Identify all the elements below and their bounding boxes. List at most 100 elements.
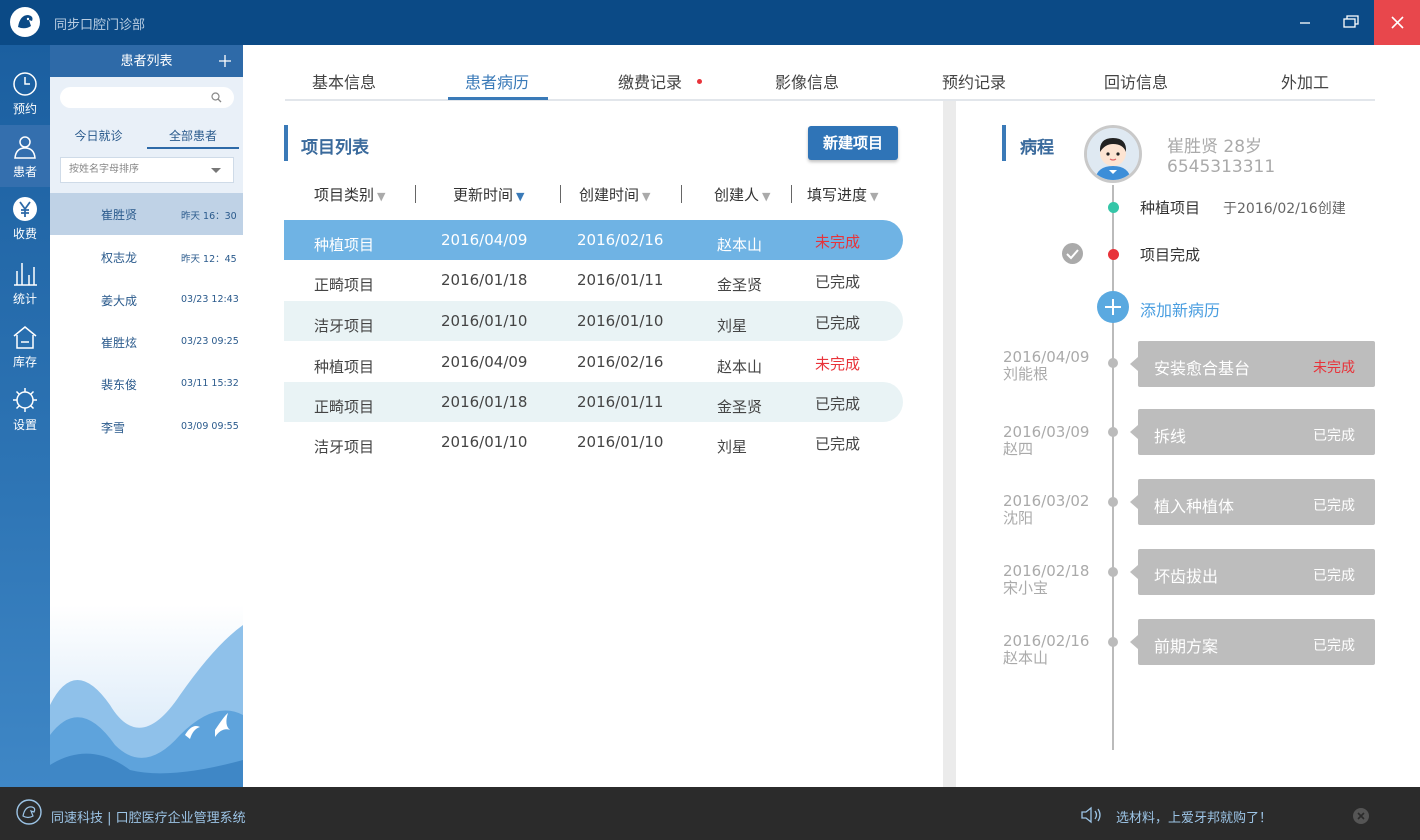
footer-notice[interactable]: 选材料，上爱牙邦就购了！ (1116, 807, 1272, 826)
cell-creator: 刘星 (717, 438, 748, 456)
patient-row[interactable]: 李雪 03/09 09:55 (50, 406, 243, 448)
nav-patient[interactable]: 患者 (0, 125, 50, 187)
nav-inventory[interactable]: 库存 (0, 315, 50, 377)
sort-down-icon: ▼ (516, 190, 525, 203)
column-header-updated[interactable]: 更新时间 ▼ (453, 184, 524, 205)
nav-appointment[interactable]: 预约 (0, 62, 50, 124)
search-icon[interactable] (211, 92, 222, 103)
nav-billing[interactable]: 收费 (0, 187, 50, 249)
minimize-button[interactable] (1282, 0, 1328, 45)
chevron-down-icon (211, 168, 221, 173)
clock-icon (13, 72, 37, 96)
patient-row[interactable]: 权志龙 昨天 12：45 (50, 236, 243, 278)
cell-creator: 刘星 (717, 317, 748, 335)
panel-divider[interactable] (943, 101, 956, 787)
history-card[interactable]: 拆线 已完成 (1130, 409, 1375, 455)
cell-creator: 金圣贤 (717, 398, 763, 416)
tab-outsourcing[interactable]: 外加工 (1281, 69, 1329, 93)
timeline-dot (1108, 427, 1118, 437)
patient-list-title: 患者列表 (120, 54, 173, 69)
tab-payment-record[interactable]: 缴费记录 (618, 69, 682, 93)
cell-created: 2016/01/10 (577, 433, 664, 451)
history-card[interactable]: 植入种植体 已完成 (1130, 479, 1375, 525)
table-row[interactable]: 种植项目 2016/04/09 2016/02/16 赵本山 未完成 (284, 220, 903, 260)
bar-chart-icon (14, 263, 37, 286)
tab-appointment-record[interactable]: 预约记录 (942, 69, 1006, 93)
tab-today-visits[interactable]: 今日就诊 (50, 123, 147, 149)
tab-medical-record[interactable]: 患者病历 (465, 69, 529, 93)
project-complete-label: 项目完成 (1140, 246, 1201, 264)
tab-imaging[interactable]: 影像信息 (775, 69, 839, 93)
column-header-created[interactable]: 创建时间 ▼ (579, 184, 650, 205)
avatar[interactable] (1084, 125, 1142, 183)
tab-all-patients[interactable]: 全部患者 (147, 123, 239, 149)
sort-dropdown[interactable]: 按姓名字母排序 (60, 157, 234, 183)
cell-created: 2016/02/16 (577, 353, 664, 371)
add-record-button[interactable] (1097, 291, 1129, 323)
tab-basic-info[interactable]: 基本信息 (312, 69, 376, 93)
history-date-text: 2016/03/02 (1003, 492, 1090, 510)
cell-creator: 金圣贤 (717, 276, 763, 294)
cell-updated: 2016/04/09 (441, 231, 528, 249)
column-label: 项目类别 (314, 186, 375, 204)
project-list-title: 项目列表 (301, 138, 369, 158)
cell-creator: 赵本山 (717, 358, 763, 376)
patient-visit-time: 03/23 12:43 (181, 294, 239, 305)
patient-row[interactable]: 崔胜炫 03/23 09:25 (50, 321, 243, 363)
tab-follow-up[interactable]: 回访信息 (1104, 69, 1168, 93)
patient-row[interactable]: 姜大成 03/23 12:43 (50, 279, 243, 321)
patient-name: 权志龙 (101, 251, 138, 265)
project-name: 种植项目 (1140, 199, 1201, 217)
patient-visit-time: 03/11 15:32 (181, 378, 239, 389)
cell-progress: 已完成 (815, 435, 861, 453)
cell-category: 洁牙项目 (314, 438, 375, 456)
column-label: 创建人 (714, 186, 760, 204)
patient-visit-time: 03/09 09:55 (181, 421, 239, 432)
history-date: 2016/02/18 宋小宝 (1003, 563, 1089, 597)
table-row[interactable]: 洁牙项目 2016/01/10 2016/01/10 刘星 已完成 (284, 422, 903, 462)
patient-row[interactable]: 裴东俊 03/11 15:32 (50, 363, 243, 405)
history-date-text: 2016/02/16 (1003, 632, 1090, 650)
history-card[interactable]: 坏齿拔出 已完成 (1130, 549, 1375, 595)
patient-visit-time: 03/23 09:25 (181, 336, 239, 347)
add-patient-button[interactable] (213, 49, 237, 73)
patient-search-input[interactable] (70, 89, 210, 106)
timeline-complete-dot (1108, 249, 1119, 260)
nav-statistics[interactable]: 统计 (0, 250, 50, 312)
column-header-creator[interactable]: 创建人 ▼ (714, 184, 770, 205)
patient-phone: 6545313311 (1167, 157, 1276, 177)
complete-check-icon[interactable] (1062, 243, 1083, 264)
column-label: 更新时间 (453, 186, 514, 204)
patient-row[interactable]: 崔胜贤 昨天 16：30 (50, 193, 243, 235)
history-date: 2016/02/16 赵本山 (1003, 633, 1089, 667)
course-title: 病程 (1020, 138, 1054, 158)
history-card[interactable]: 安装愈合基台 未完成 (1130, 341, 1375, 387)
avatar-image (1087, 128, 1139, 180)
person-icon (14, 136, 36, 159)
history-card[interactable]: 前期方案 已完成 (1130, 619, 1375, 665)
table-row[interactable]: 正畸项目 2016/01/18 2016/01/11 金圣贤 已完成 (284, 260, 903, 300)
timeline-dot (1108, 567, 1118, 577)
column-separator (560, 185, 561, 203)
cell-progress: 未完成 (815, 355, 861, 373)
cell-updated: 2016/01/10 (441, 433, 528, 451)
section-accent-bar (1002, 125, 1006, 161)
table-row[interactable]: 正畸项目 2016/01/18 2016/01/11 金圣贤 已完成 (284, 382, 903, 422)
history-doctor: 赵本山 (1003, 649, 1049, 667)
table-row[interactable]: 种植项目 2016/04/09 2016/02/16 赵本山 未完成 (284, 342, 903, 382)
close-notice-icon[interactable] (1352, 807, 1370, 825)
cell-updated: 2016/01/18 (441, 393, 528, 411)
table-row[interactable]: 洁牙项目 2016/01/10 2016/01/10 刘星 已完成 (284, 301, 903, 341)
nav-settings[interactable]: 设置 (0, 378, 50, 440)
cell-category: 种植项目 (314, 358, 375, 376)
add-record-label[interactable]: 添加新病历 (1140, 297, 1220, 321)
restore-button[interactable] (1328, 0, 1374, 45)
close-button[interactable] (1374, 0, 1420, 45)
column-header-category[interactable]: 项目类别 ▼ (314, 184, 385, 205)
sort-down-icon: ▼ (377, 190, 386, 203)
column-header-progress[interactable]: 填写进度 ▼ (807, 184, 878, 205)
nav-label: 设置 (12, 418, 37, 432)
timeline-line (1112, 185, 1114, 750)
speaker-icon (1081, 806, 1101, 824)
new-project-button[interactable]: 新建项目 (808, 126, 898, 160)
